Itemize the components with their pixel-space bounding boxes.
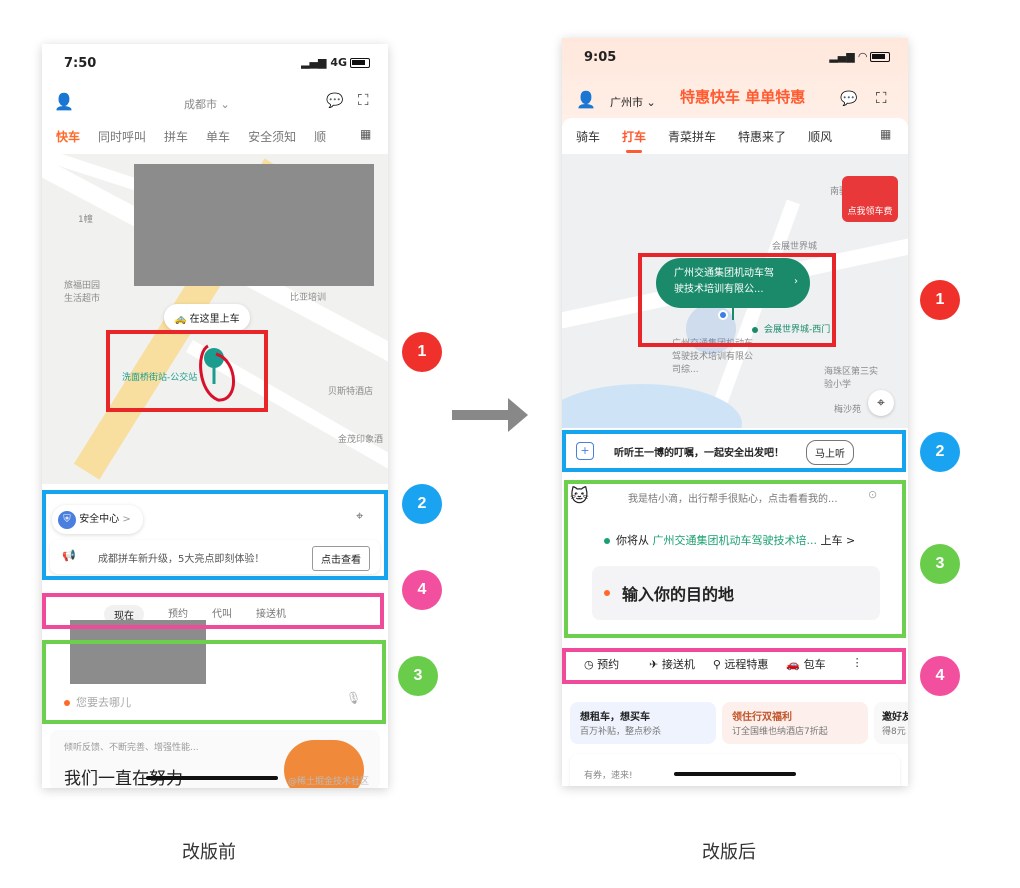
ride-tabs: 快车 同时呼叫 拼车 单车 安全须知 顺 xyxy=(56,128,344,145)
tab-green-carpool[interactable]: 青菜拼车 xyxy=(668,128,716,145)
poi-hotel: 贝斯特酒店 xyxy=(328,387,374,397)
badge-2-before: 2 xyxy=(402,484,442,524)
network-label: 4G xyxy=(330,56,347,69)
poi-store: 旅福田园 生活超市 xyxy=(64,281,101,304)
promo-invite-title: 邀好友 xyxy=(882,712,908,723)
locate-icon-after[interactable]: ⌖ xyxy=(868,390,894,416)
poi-gate: 梅沙苑 xyxy=(834,405,862,415)
city-label: 成都市 xyxy=(184,98,217,111)
badge-3-after: 3 xyxy=(920,544,960,584)
coupon-text: 有券，速来! xyxy=(584,771,633,781)
poi-area: 比亚培训 xyxy=(290,293,327,303)
promo-card-rental[interactable]: 想租车，想买车 百万补贴，整点秒杀 xyxy=(570,702,716,744)
coupon-card[interactable]: 有券，速来! xyxy=(570,754,900,786)
promo-banner-text[interactable]: 特惠快车 单单特惠 xyxy=(680,86,805,107)
badge-3-before: 3 xyxy=(398,656,438,696)
scan-icon-after[interactable]: ⛶ xyxy=(876,91,887,106)
signal-indicator-after: ▂▄▆ ◠ xyxy=(829,50,890,63)
poi-school: 海珠区第三实验小学 xyxy=(824,367,879,390)
badge-2-after: 2 xyxy=(920,432,960,472)
promo-welfare-sub: 订全国维也纳酒店7折起 xyxy=(732,727,828,737)
status-time: 7:50 xyxy=(64,56,97,71)
annotation-box-3-before xyxy=(42,640,386,724)
tab-kuaiche[interactable]: 快车 xyxy=(56,128,80,145)
red-packet-label: 点我领车费 xyxy=(847,207,893,217)
tab-bike[interactable]: 单车 xyxy=(206,128,230,145)
message-icon-after[interactable]: 💬 xyxy=(840,92,857,106)
annotation-box-4-before xyxy=(42,593,384,629)
city-selector[interactable]: 成都市 ⌄ xyxy=(184,96,230,112)
badge-4-after: 4 xyxy=(920,656,960,696)
annotation-box-2-after xyxy=(562,430,906,472)
poi-building: 1幢 xyxy=(78,215,93,225)
annotation-box-1-after xyxy=(638,253,836,347)
tab-shunfeng[interactable]: 顺 xyxy=(314,128,326,145)
tab-carpool[interactable]: 拼车 xyxy=(164,128,188,145)
tab-safety-notes[interactable]: 安全须知 xyxy=(248,128,296,145)
home-indicator-after xyxy=(674,772,796,776)
caption-before: 改版前 xyxy=(182,842,236,863)
badge-1-after: 1 xyxy=(920,280,960,320)
annotation-box-2-before xyxy=(42,490,388,580)
signal-indicator: ▂▄▆ 4G xyxy=(301,56,370,69)
tab-simultaneous[interactable]: 同时呼叫 xyxy=(98,128,146,145)
city-selector-after[interactable]: 广州市 ⌄ xyxy=(610,94,656,110)
annotation-box-3-after xyxy=(564,480,906,638)
promo-welfare-title: 领住行双福利 xyxy=(732,712,792,723)
caption-after: 改版后 xyxy=(702,842,756,863)
badge-1-before: 1 xyxy=(402,332,442,372)
badge-4-before: 4 xyxy=(402,570,442,610)
ride-tabs-after: 骑车 打车 青菜拼车 特惠来了 顺风 xyxy=(576,128,850,145)
map-view[interactable]: 1幢 旅福田园 生活超市 比亚培训 贝斯特酒店 金茂印象酒 🚕 在这里上车 洗面… xyxy=(42,154,388,484)
tab-deals[interactable]: 特惠来了 xyxy=(738,128,786,145)
home-indicator xyxy=(146,776,278,780)
user-icon-after[interactable]: 👤 xyxy=(576,92,596,108)
tab-ride-bike[interactable]: 骑车 xyxy=(576,128,600,145)
arrow-right-icon xyxy=(452,398,528,432)
tab-taxi[interactable]: 打车 xyxy=(622,128,646,145)
poi-world-city: 会展世界城 xyxy=(772,242,818,252)
status-bar-after: 9:05 ▂▄▆ ◠ xyxy=(562,38,908,78)
message-icon[interactable]: 💬 xyxy=(326,94,343,108)
pickup-chip[interactable]: 🚕 在这里上车 xyxy=(164,304,250,331)
status-time-after: 9:05 xyxy=(584,50,617,65)
annotation-box-1-before xyxy=(106,330,268,412)
news-sub: 倾听反馈、不断完善、增强性能... xyxy=(64,743,199,753)
city-label-after: 广州市 xyxy=(610,96,643,109)
grid-icon[interactable]: ▦ xyxy=(360,128,371,140)
watermark: @稀土掘金技术社区 xyxy=(288,777,370,787)
promo-rental-title: 想租车，想买车 xyxy=(580,712,650,723)
battery-icon xyxy=(350,58,370,68)
user-icon[interactable]: 👤 xyxy=(54,94,74,110)
promo-invite-sub: 得8元 xyxy=(882,727,906,737)
grid-icon-after[interactable]: ▦ xyxy=(880,128,891,140)
promo-card-welfare[interactable]: 领住行双福利 订全国维也纳酒店7折起 xyxy=(722,702,868,744)
red-packet-button[interactable]: 点我领车费 xyxy=(842,176,898,222)
poi-shop: 金茂印象酒 xyxy=(338,435,384,445)
battery-icon-after xyxy=(870,52,890,62)
annotation-box-4-after xyxy=(562,648,906,684)
scan-icon[interactable]: ⛶ xyxy=(358,93,369,108)
pickup-chip-label: 在这里上车 xyxy=(189,314,240,325)
tab-shunfeng-after[interactable]: 顺风 xyxy=(808,128,832,145)
status-bar: 7:50 ▂▄▆ 4G xyxy=(42,44,388,84)
promo-rental-sub: 百万补贴，整点秒杀 xyxy=(580,727,662,737)
promo-card-invite[interactable]: 邀好友 得8元 xyxy=(874,702,908,744)
redacted-area xyxy=(134,164,374,286)
